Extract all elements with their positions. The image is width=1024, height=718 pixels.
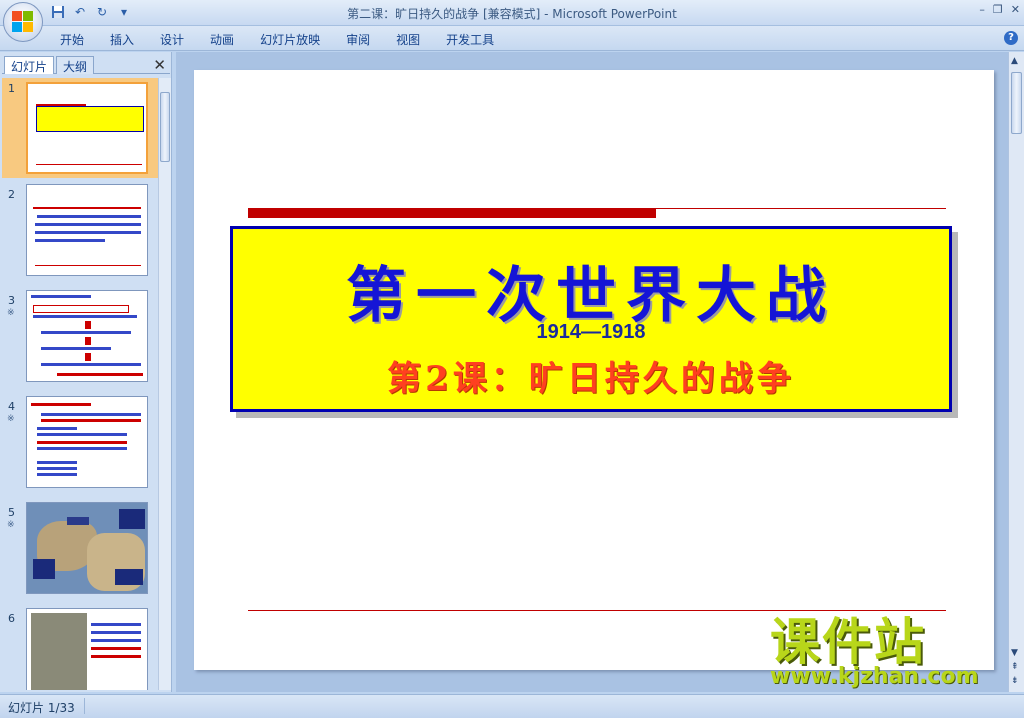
decorative-rule-bottom bbox=[248, 610, 946, 611]
tab-design[interactable]: 设计 bbox=[160, 31, 184, 48]
scrollbar-thumb[interactable] bbox=[160, 92, 170, 162]
thumbnail-number: 1 bbox=[8, 82, 15, 95]
thumbnail-preview bbox=[26, 184, 148, 276]
help-icon[interactable]: ? bbox=[1004, 31, 1018, 45]
tab-animations[interactable]: 动画 bbox=[210, 31, 234, 48]
slide-edit-area: 第一次世界大战 1914—1918 第2课：旷日持久的战争 bbox=[176, 52, 1008, 692]
thumbnail-scrollbar[interactable] bbox=[158, 78, 171, 690]
slides-panel: 幻灯片 大纲 ✕ 1 2 3 ※ 4 ※ 5 ※ 6 bbox=[0, 52, 172, 692]
thumbnail-number: 4 bbox=[8, 400, 15, 413]
status-bar: 幻灯片 1/33 bbox=[0, 694, 1024, 718]
animation-icon: ※ bbox=[7, 414, 15, 424]
slide-counter: 幻灯片 1/33 bbox=[8, 701, 75, 715]
slide-years[interactable]: 1914—1918 bbox=[233, 321, 949, 344]
slide-subtitle[interactable]: 第2课：旷日持久的战争 bbox=[233, 351, 949, 400]
animation-icon: ※ bbox=[7, 308, 15, 318]
thumbnail-preview bbox=[26, 396, 148, 488]
animation-icon: ※ bbox=[7, 520, 15, 530]
decorative-bar bbox=[248, 209, 656, 218]
window-title: 第二课：旷日持久的战争 [兼容模式] - Microsoft PowerPoin… bbox=[347, 7, 677, 21]
window-controls: – ❐ ✕ bbox=[979, 3, 1020, 16]
thumbnail-number: 5 bbox=[8, 506, 15, 519]
scrollbar-thumb[interactable] bbox=[1011, 72, 1022, 134]
tab-view[interactable]: 视图 bbox=[396, 31, 420, 48]
thumbnail-preview bbox=[26, 502, 148, 594]
ribbon: 开始 插入 设计 动画 幻灯片放映 审阅 视图 开发工具 ? bbox=[0, 26, 1024, 51]
minimize-button[interactable]: – bbox=[979, 3, 985, 16]
panel-tabs: 幻灯片 大纲 ✕ bbox=[2, 54, 170, 74]
watermark-logo: 课件站 www.kjzhan.com bbox=[770, 614, 1010, 694]
next-slide-icon[interactable]: ⇟ bbox=[1011, 676, 1019, 686]
thumbnail-preview bbox=[26, 608, 148, 690]
title-bar: ↶ ↻ ▾ 第二课：旷日持久的战争 [兼容模式] - Microsoft Pow… bbox=[0, 0, 1024, 42]
thumbnail-slide-1[interactable]: 1 bbox=[2, 78, 158, 178]
scroll-up-icon[interactable]: ▲ bbox=[1011, 56, 1018, 66]
restore-button[interactable]: ❐ bbox=[993, 3, 1003, 16]
panel-close-icon[interactable]: ✕ bbox=[153, 56, 166, 74]
tab-developer[interactable]: 开发工具 bbox=[446, 31, 494, 48]
tab-insert[interactable]: 插入 bbox=[110, 31, 134, 48]
status-divider bbox=[84, 698, 85, 714]
scroll-down-icon[interactable]: ▼ bbox=[1011, 648, 1018, 658]
office-button[interactable] bbox=[3, 2, 43, 42]
watermark-url: www.kjzhan.com bbox=[770, 664, 979, 689]
tab-home[interactable]: 开始 bbox=[60, 31, 84, 48]
tab-slideshow[interactable]: 幻灯片放映 bbox=[260, 31, 320, 48]
title-box[interactable]: 第一次世界大战 1914—1918 第2课：旷日持久的战争 bbox=[230, 226, 952, 412]
thumbnail-preview bbox=[26, 290, 148, 382]
previous-slide-icon[interactable]: ⇞ bbox=[1011, 662, 1019, 672]
tab-outline[interactable]: 大纲 bbox=[56, 56, 95, 74]
editor-scrollbar[interactable]: ▲ ▼ ⇞ ⇟ bbox=[1008, 52, 1024, 692]
thumbnail-number: 3 bbox=[8, 294, 15, 307]
office-logo-icon bbox=[12, 11, 34, 33]
thumbnail-number: 2 bbox=[8, 188, 15, 201]
tab-slides[interactable]: 幻灯片 bbox=[4, 56, 55, 74]
thumbnail-number: 6 bbox=[8, 612, 15, 625]
watermark-text: 课件站 bbox=[770, 613, 926, 671]
thumbnail-list: 1 2 3 ※ 4 ※ 5 ※ 6 bbox=[2, 78, 158, 690]
tab-review[interactable]: 审阅 bbox=[346, 31, 370, 48]
close-button[interactable]: ✕ bbox=[1011, 3, 1020, 16]
slide-canvas[interactable]: 第一次世界大战 1914—1918 第2课：旷日持久的战争 bbox=[194, 70, 994, 670]
thumbnail-preview bbox=[26, 82, 148, 174]
ribbon-tabs: 开始 插入 设计 动画 幻灯片放映 审阅 视图 开发工具 bbox=[60, 31, 520, 48]
